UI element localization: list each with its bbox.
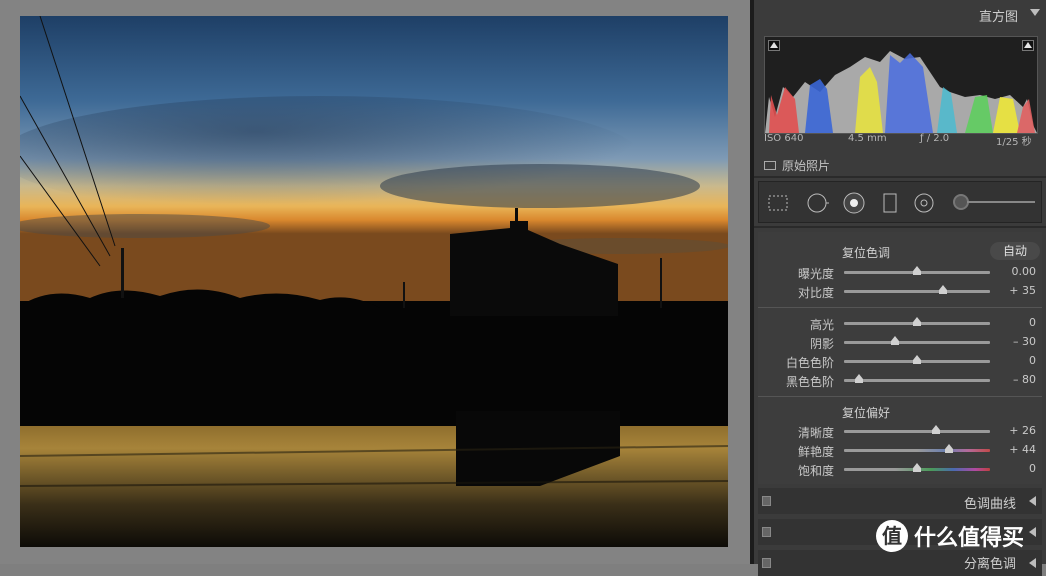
develop-panel: 直方图 ISO 640 4.5 mm ƒ / 2.0 1/25 秒 原始照片 复… [754,0,1046,576]
expand-triangle-icon[interactable] [1029,558,1036,568]
slider-row: 鲜艳度 + 44 [758,441,1042,460]
tone-reset-button[interactable]: 复位色调 [842,244,890,261]
slider-track[interactable] [844,290,990,293]
red-eye-icon[interactable] [843,192,865,214]
panel-toggle-icon[interactable] [762,527,771,537]
tool-strip [758,181,1042,223]
checkbox-icon[interactable] [764,161,776,170]
slider-thumb[interactable] [938,285,947,294]
slider-value[interactable]: 0.00 [1012,265,1037,278]
slider-row: 饱和度 0 [758,460,1042,479]
slider-row: 阴影 – 30 [758,333,1042,352]
slider-row: 高光 0 [758,314,1042,333]
graduated-filter-icon[interactable] [879,192,901,214]
slider-value[interactable]: + 26 [1009,424,1036,437]
shutter-speed: 1/25 秒 [996,137,1032,148]
spot-removal-icon[interactable] [807,192,829,214]
brush-slider[interactable] [967,201,1035,203]
expand-triangle-icon[interactable] [1029,527,1036,537]
watermark: 值 什么值得买 [876,520,1024,552]
tone-curve-panel-header[interactable]: 色调曲线 [758,488,1042,514]
collapse-triangle-icon[interactable] [1030,9,1040,16]
slider-thumb[interactable] [913,463,921,472]
slider-value[interactable]: – 30 [1013,335,1036,348]
histogram-title: 直方图 [978,10,1018,25]
slider-track[interactable] [844,341,990,344]
slider-label: 曝光度 [797,267,834,281]
slider-label: 高光 [809,318,834,332]
slider-value[interactable]: + 44 [1009,443,1036,456]
separator [754,176,1046,178]
radial-filter-icon[interactable] [913,192,935,214]
split-toning-title: 分离色调 [963,557,1016,572]
watermark-logo-icon: 值 [876,520,908,552]
slider-label: 清晰度 [797,426,834,440]
slider-thumb[interactable] [945,444,954,453]
slider-track[interactable] [844,379,990,382]
slider-value[interactable]: 0 [1029,354,1036,367]
auto-button[interactable]: 自动 [990,242,1040,260]
original-photo-toggle[interactable]: 原始照片 [764,157,830,174]
iso-value: ISO 640 [764,133,804,144]
expand-triangle-icon[interactable] [1029,496,1036,506]
slider-thumb[interactable] [854,374,863,383]
slider-value[interactable]: + 35 [1009,284,1036,297]
slider-thumb[interactable] [931,425,940,434]
slider-label: 黑色色阶 [785,375,834,389]
slider-value[interactable]: 0 [1029,316,1036,329]
aperture: ƒ / 2.0 [920,133,950,144]
histogram [764,36,1038,134]
panel-toggle-icon[interactable] [762,558,771,568]
slider-thumb[interactable] [913,317,921,326]
slider-track[interactable] [844,449,990,452]
panel-toggle-icon[interactable] [762,496,771,506]
separator [758,396,1042,397]
slider-label: 鲜艳度 [797,445,834,459]
crop-icon[interactable] [767,192,789,214]
slider-label: 白色色阶 [785,356,834,370]
slider-label: 对比度 [797,286,834,300]
slider-track[interactable] [844,430,990,433]
basic-panel: 复位色调 自动 曝光度 0.00 对比度 + 35 高光 0 阴影 – 30 白色色阶 0 黑色色… [758,232,1042,484]
slider-value[interactable]: – 80 [1013,373,1036,386]
slider-label: 阴影 [809,337,834,351]
slider-row: 黑色色阶 – 80 [758,371,1042,390]
photo-viewer [0,0,750,564]
separator [754,226,1046,228]
slider-row: 清晰度 + 26 [758,422,1042,441]
slider-value[interactable]: 0 [1029,462,1036,475]
watermark-text: 什么值得买 [914,526,1025,551]
slider-thumb[interactable] [913,266,921,275]
slider-thumb[interactable] [891,336,900,345]
focal-length: 4.5 mm [848,133,887,144]
separator [758,307,1042,308]
presence-reset-button[interactable]: 复位偏好 [842,404,890,421]
original-photo-label: 原始照片 [782,159,831,173]
slider-thumb[interactable] [913,355,921,364]
slider-row: 白色色阶 0 [758,352,1042,371]
slider-row: 对比度 + 35 [758,282,1042,301]
slider-label: 饱和度 [797,464,834,478]
sunset-photo[interactable] [20,16,728,547]
split-toning-panel-header[interactable]: 分离色调 [758,550,1042,576]
slider-row: 曝光度 0.00 [758,263,1042,282]
tone-curve-title: 色调曲线 [963,497,1016,512]
